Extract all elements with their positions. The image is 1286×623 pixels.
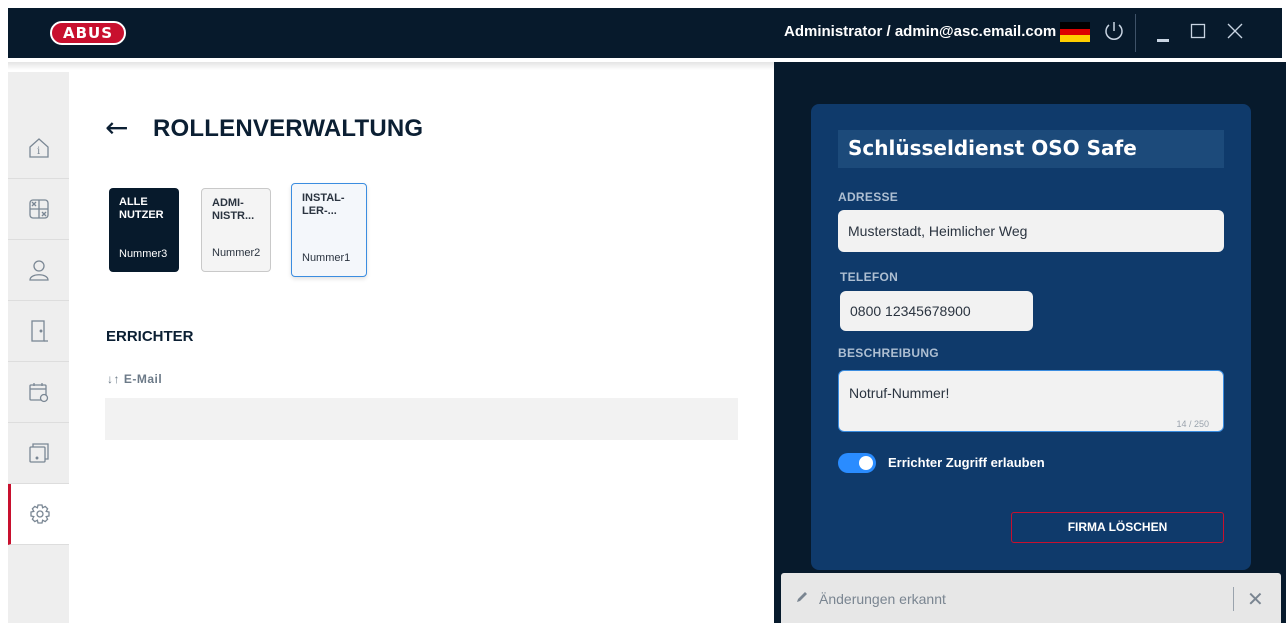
- sidebar-item-calculator[interactable]: [8, 179, 69, 240]
- changes-detected-toast: Änderungen erkannt ✕: [781, 573, 1281, 623]
- table-row-empty: [105, 398, 738, 440]
- sidebar-item-users[interactable]: [8, 240, 69, 301]
- toast-close-icon[interactable]: ✕: [1247, 587, 1264, 611]
- maximize-icon[interactable]: [1190, 23, 1206, 43]
- calculator-icon: [28, 199, 49, 219]
- description-label: BESCHREIBUNG: [838, 346, 939, 360]
- close-icon[interactable]: [1226, 22, 1244, 44]
- role-card-installer[interactable]: INSTAL- LER-... Nummer1: [291, 183, 367, 277]
- user-icon: [28, 260, 49, 281]
- installer-access-label: Errichter Zugriff erlauben: [888, 455, 1045, 470]
- address-field[interactable]: Musterstadt, Heimlicher Weg: [838, 210, 1224, 252]
- germany-flag-icon[interactable]: [1060, 22, 1090, 42]
- company-name-box[interactable]: Schlüsseldienst OSO Safe: [838, 130, 1224, 168]
- description-counter: 14 / 250: [1176, 419, 1209, 429]
- back-arrow-icon[interactable]: ←: [105, 114, 128, 142]
- title-bar: ABUS Administrator / admin@asc.email.com: [0, 0, 1286, 62]
- toast-divider: [1233, 587, 1234, 611]
- toggle-knob: [859, 456, 873, 470]
- email-column-header[interactable]: ↓↑ E-Mail: [107, 372, 162, 386]
- role-name-line1: ADMI-: [212, 197, 244, 209]
- role-name-line2: NUTZER: [119, 209, 164, 221]
- title-bar-background: ABUS Administrator / admin@asc.email.com: [8, 8, 1282, 58]
- role-card-all-users[interactable]: ALLE NUTZER Nummer3: [109, 188, 179, 272]
- door-icon: [30, 320, 48, 342]
- delete-company-button[interactable]: FIRMA LÖSCHEN: [1011, 512, 1224, 543]
- settings-icon: [30, 504, 50, 524]
- header-shadow: [8, 62, 774, 70]
- role-name-line2: NISTR...: [212, 210, 255, 222]
- role-number: Nummer1: [302, 252, 351, 264]
- page-title: ROLLENVERWALTUNG: [153, 115, 424, 142]
- installer-access-toggle[interactable]: [838, 453, 876, 473]
- role-number: Nummer2: [212, 247, 261, 259]
- company-name: Schlüsseldienst OSO Safe: [848, 136, 1137, 160]
- section-title-installers: ERRICHTER: [106, 328, 194, 345]
- role-name-line1: INSTAL-: [302, 192, 345, 204]
- info-icon: i: [28, 138, 49, 158]
- sidebar-item-doors[interactable]: [8, 301, 69, 362]
- sidebar-item-info[interactable]: i: [8, 118, 69, 179]
- device-icon: [28, 443, 49, 463]
- pencil-icon: [795, 590, 809, 609]
- phone-label: TELEFON: [840, 270, 899, 284]
- role-name-line1: ALLE: [119, 196, 148, 208]
- description-field[interactable]: Notruf-Nummer! 14 / 250: [838, 370, 1224, 432]
- power-icon[interactable]: [1103, 19, 1125, 47]
- role-number: Nummer3: [119, 248, 168, 260]
- sidebar-item-schedule[interactable]: [8, 362, 69, 423]
- address-label: ADRESSE: [838, 190, 899, 204]
- sidebar: i: [8, 72, 69, 623]
- abus-logo: ABUS: [50, 21, 126, 45]
- title-bar-divider: [1135, 14, 1136, 52]
- svg-text:i: i: [37, 146, 40, 157]
- company-detail-panel: Schlüsseldienst OSO Safe ADRESSE Musters…: [811, 104, 1251, 570]
- phone-field[interactable]: 0800 12345678900: [840, 291, 1033, 331]
- calendar-icon: [28, 383, 48, 403]
- sidebar-item-settings[interactable]: [8, 484, 69, 545]
- role-name-line2: LER-...: [302, 205, 337, 217]
- sidebar-item-devices[interactable]: [8, 423, 69, 484]
- minimize-icon[interactable]: [1156, 30, 1170, 49]
- role-card-admin[interactable]: ADMI- NISTR... Nummer2: [201, 188, 271, 272]
- description-text: Notruf-Nummer!: [849, 385, 950, 401]
- toast-message: Änderungen erkannt: [819, 591, 946, 607]
- main-content: ← ROLLENVERWALTUNG ALLE NUTZER Nummer3 A…: [69, 70, 774, 623]
- current-user-label[interactable]: Administrator / admin@asc.email.com: [784, 23, 1056, 40]
